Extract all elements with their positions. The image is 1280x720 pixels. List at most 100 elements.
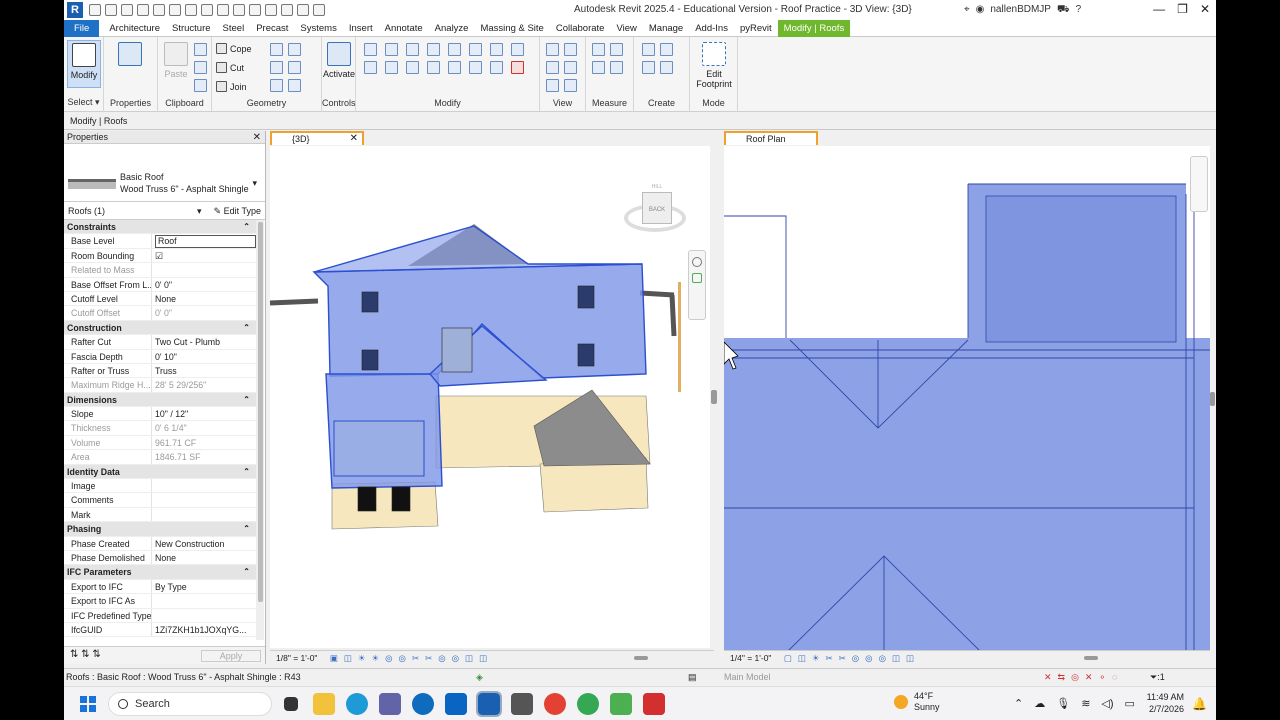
navigation-bar[interactable] [688, 250, 706, 320]
cart-icon[interactable]: ⛟ [1057, 4, 1070, 17]
demolish-icon[interactable] [288, 61, 301, 74]
property-value[interactable]: 0' 0" [155, 280, 172, 290]
notifications-icon[interactable]: 🔔 [1192, 697, 1207, 711]
property-group-construction[interactable]: Construction ⌃ [64, 320, 256, 336]
trim-multi-icon[interactable] [490, 61, 503, 74]
3d-view-canvas[interactable]: BACK HILL [270, 146, 714, 648]
plan-view-hscroll[interactable] [1084, 656, 1098, 660]
unpin-icon[interactable] [511, 43, 524, 56]
chrome-profile-icon[interactable] [577, 693, 599, 715]
join-button[interactable]: Join [216, 81, 247, 92]
worksets-icon[interactable]: ▤ [688, 669, 697, 685]
cope-button[interactable]: Cope [216, 43, 252, 54]
apply-button[interactable]: Apply [201, 650, 261, 662]
measure-between-icon[interactable] [592, 43, 605, 56]
type-dropdown-icon[interactable]: ▾ [252, 178, 257, 189]
scale-icon[interactable] [469, 61, 482, 74]
microphone-icon[interactable]: 🎙 [1056, 697, 1070, 710]
pin-icon[interactable] [490, 43, 503, 56]
collapse-icon[interactable]: ⌃ [243, 220, 256, 233]
acrobat-icon[interactable] [643, 693, 665, 715]
collapse-icon[interactable]: ⌃ [243, 393, 256, 406]
steering-wheel-icon[interactable] [692, 257, 702, 267]
property-group-constraints[interactable]: Constraints ⌃ [64, 220, 256, 235]
minimize-icon[interactable]: — [1153, 2, 1165, 16]
instance-filter[interactable]: Roofs (1) ▾ ✎ Edit Type [64, 202, 265, 220]
cut-clipboard-icon[interactable] [194, 43, 207, 56]
tag-icon[interactable] [217, 4, 229, 16]
plan-navigation-bar[interactable] [1190, 156, 1208, 212]
dimension-icon[interactable] [610, 43, 623, 56]
close-icon[interactable]: ✕ [1200, 2, 1210, 16]
paint-icon[interactable] [270, 61, 283, 74]
ribbon-tab-precast[interactable]: Precast [250, 20, 294, 37]
property-value[interactable]: Two Cut - Plumb [155, 337, 220, 347]
roof-plan-canvas[interactable] [724, 146, 1210, 651]
user-name[interactable]: nallenBDMJP [990, 4, 1051, 17]
file-explorer-icon[interactable] [313, 693, 335, 715]
plan-view-controls-icons[interactable]: ▢◫☀✂✂◎◎◎◫◫ [784, 653, 920, 663]
sort-icons[interactable]: ⇅ ⇅ ⇅ [70, 649, 101, 660]
measure-along-icon[interactable] [592, 61, 605, 74]
select-label[interactable]: Select ▾ [64, 97, 103, 108]
collapse-icon[interactable]: ⌃ [243, 565, 256, 578]
property-value[interactable]: None [155, 294, 176, 304]
property-value[interactable]: 0' 10" [155, 352, 177, 362]
property-group-phasing[interactable]: Phasing ⌃ [64, 522, 256, 537]
filter-icon[interactable]: ⏷:1 [1150, 669, 1165, 685]
selection-filter-icons[interactable]: ✕⇆◎✕⚬◌ [1044, 669, 1123, 685]
hide-in-view-icon[interactable] [546, 43, 559, 56]
ribbon-tab-systems[interactable]: Systems [294, 20, 342, 37]
binoculars-icon[interactable]: ⌖ [964, 4, 970, 17]
wifi-icon[interactable]: ≋ [1081, 697, 1090, 710]
copy-icon[interactable] [385, 61, 398, 74]
windows-start-icon[interactable] [80, 696, 96, 712]
collapse-icon[interactable]: ⌃ [243, 522, 256, 535]
ribbon-tab-structure[interactable]: Structure [166, 20, 217, 37]
property-value[interactable]: ☑ [155, 251, 163, 261]
split-icon[interactable] [448, 43, 461, 56]
measure-icon[interactable] [185, 4, 197, 16]
trim-single-icon[interactable] [448, 61, 461, 74]
move-icon[interactable] [364, 61, 377, 74]
3d-view-scale[interactable]: 1/8" = 1'-0" [276, 653, 317, 663]
split-face-icon[interactable] [288, 43, 301, 56]
3d-view-controls-icons[interactable]: ▣◫☀☀◎◎✂✂◎◎◫◫ [330, 653, 493, 663]
collapse-icon[interactable]: ⌃ [243, 465, 256, 478]
property-group-ifc-parameters[interactable]: IFC Parameters ⌃ [64, 565, 256, 580]
view-tab-roof-plan[interactable]: Roof Plan [724, 131, 818, 145]
task-view-icon[interactable] [284, 697, 298, 711]
thin-lines-icon[interactable] [281, 4, 293, 16]
camtasia-icon[interactable] [610, 693, 632, 715]
viewcube[interactable]: BACK HILL [618, 182, 688, 240]
ribbon-tab-pyrevit[interactable]: pyRevit [734, 20, 778, 37]
paste-button[interactable]: Paste [158, 40, 194, 79]
create-parts-icon[interactable] [660, 43, 673, 56]
linework-icon[interactable] [546, 61, 559, 74]
view-tab-3d[interactable]: {3D} ✕ [270, 131, 364, 145]
sync-icon[interactable] [121, 4, 133, 16]
activate-button[interactable]: Activate [322, 40, 356, 79]
align-icon[interactable] [364, 43, 377, 56]
ribbon-tab-manage[interactable]: Manage [643, 20, 689, 37]
collapse-icon[interactable]: ⌃ [243, 321, 256, 334]
undo-icon[interactable] [137, 4, 149, 16]
3d-view-vscroll[interactable] [710, 146, 718, 648]
aligned-dimension-icon[interactable] [201, 4, 213, 16]
main-roof-region[interactable] [724, 338, 1210, 651]
taskbar-search[interactable]: Search [108, 692, 272, 716]
viewcube-top-label[interactable]: HILL [642, 184, 672, 190]
revit-logo[interactable]: R [67, 2, 83, 18]
copy-clipboard-icon[interactable] [194, 61, 207, 74]
offset-icon[interactable] [385, 43, 398, 56]
ribbon-tab-modify-roofs[interactable]: Modify | Roofs [777, 19, 851, 37]
rotate-icon[interactable] [406, 61, 419, 74]
design-option-model[interactable]: Main Model [724, 669, 771, 685]
property-value[interactable]: By Type [155, 582, 187, 592]
switch-windows-icon[interactable] [313, 4, 325, 16]
cut-button[interactable]: Cut [216, 62, 244, 73]
weather-widget[interactable]: 44°F Sunny [894, 691, 940, 713]
instance-dropdown-icon[interactable]: ▾ [197, 202, 202, 220]
properties-scrollbar[interactable] [256, 220, 264, 640]
ribbon-tab-collaborate[interactable]: Collaborate [550, 20, 611, 37]
